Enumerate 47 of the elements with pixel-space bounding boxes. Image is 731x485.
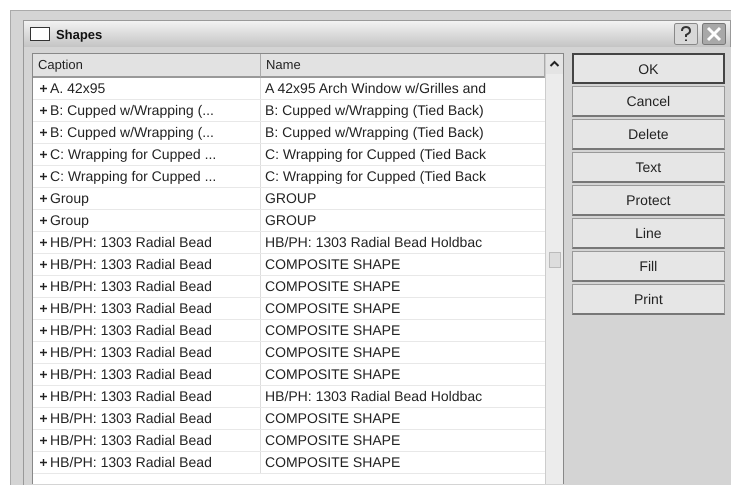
table-cell: COMPOSITE SHAPE [265, 257, 400, 272]
table-cell: A 42x95 Arch Window w/Grilles and [265, 81, 486, 96]
table-cell: HB/PH: 1303 Radial Bead [50, 389, 212, 404]
dialog-button[interactable]: Print [572, 284, 725, 315]
table-cell: HB/PH: 1303 Radial Bead [50, 455, 212, 470]
column-header[interactable]: Caption [33, 54, 261, 78]
dialog-button[interactable]: Line [572, 218, 725, 249]
table-cell: COMPOSITE SHAPE [265, 345, 400, 360]
dialog-button[interactable]: Text [572, 152, 725, 183]
table-cell: C: Wrapping for Cupped ... [50, 147, 216, 162]
table-cell: COMPOSITE SHAPE [265, 455, 400, 470]
dialog-button[interactable]: OK [572, 53, 725, 84]
table-cell: HB/PH: 1303 Radial Bead [50, 411, 212, 426]
table-cell: COMPOSITE SHAPE [265, 301, 400, 316]
table-cell: GROUP [265, 213, 316, 228]
column-header[interactable]: Name [261, 54, 545, 78]
table-cell: COMPOSITE SHAPE [265, 433, 400, 448]
table-cell: COMPOSITE SHAPE [265, 279, 400, 294]
dialog-button[interactable]: Protect [572, 185, 725, 216]
table-cell: HB/PH: 1303 Radial Bead Holdbac [265, 235, 482, 250]
table-cell: HB/PH: 1303 Radial Bead [50, 279, 212, 294]
table-cell: A. 42x95 [50, 81, 106, 96]
table-cell: HB/PH: 1303 Radial Bead [50, 323, 212, 338]
table-cell: HB/PH: 1303 Radial Bead [50, 235, 212, 250]
table-cell: HB/PH: 1303 Radial Bead [50, 301, 212, 316]
window-title: Shapes [56, 26, 102, 42]
table-cell: COMPOSITE SHAPE [265, 367, 400, 382]
table-cell: HB/PH: 1303 Radial Bead Holdbac [265, 389, 482, 404]
dialog-button[interactable]: Fill [572, 251, 725, 282]
table-cell: C: Wrapping for Cupped (Tied Back [265, 169, 486, 184]
table-cell: COMPOSITE SHAPE [265, 411, 400, 426]
table-cell: COMPOSITE SHAPE [265, 323, 400, 338]
table-cell: C: Wrapping for Cupped (Tied Back [265, 147, 486, 162]
table-cell: C: Wrapping for Cupped ... [50, 169, 216, 184]
table-cell: B: Cupped w/Wrapping (Tied Back) [265, 125, 484, 140]
table-cell: HB/PH: 1303 Radial Bead [50, 257, 212, 272]
table-cell: Group [50, 213, 89, 228]
table-cell: GROUP [265, 191, 316, 206]
table-cell: HB/PH: 1303 Radial Bead [50, 367, 212, 382]
dialog-button[interactable]: Delete [572, 119, 725, 150]
table-cell: B: Cupped w/Wrapping (... [50, 125, 214, 140]
table-cell: B: Cupped w/Wrapping (Tied Back) [265, 103, 484, 118]
table-cell: HB/PH: 1303 Radial Bead [50, 433, 212, 448]
dialog-button[interactable]: Cancel [572, 86, 725, 117]
table-cell: B: Cupped w/Wrapping (... [50, 103, 214, 118]
table-cell: HB/PH: 1303 Radial Bead [50, 345, 212, 360]
table-cell: Group [50, 191, 89, 206]
